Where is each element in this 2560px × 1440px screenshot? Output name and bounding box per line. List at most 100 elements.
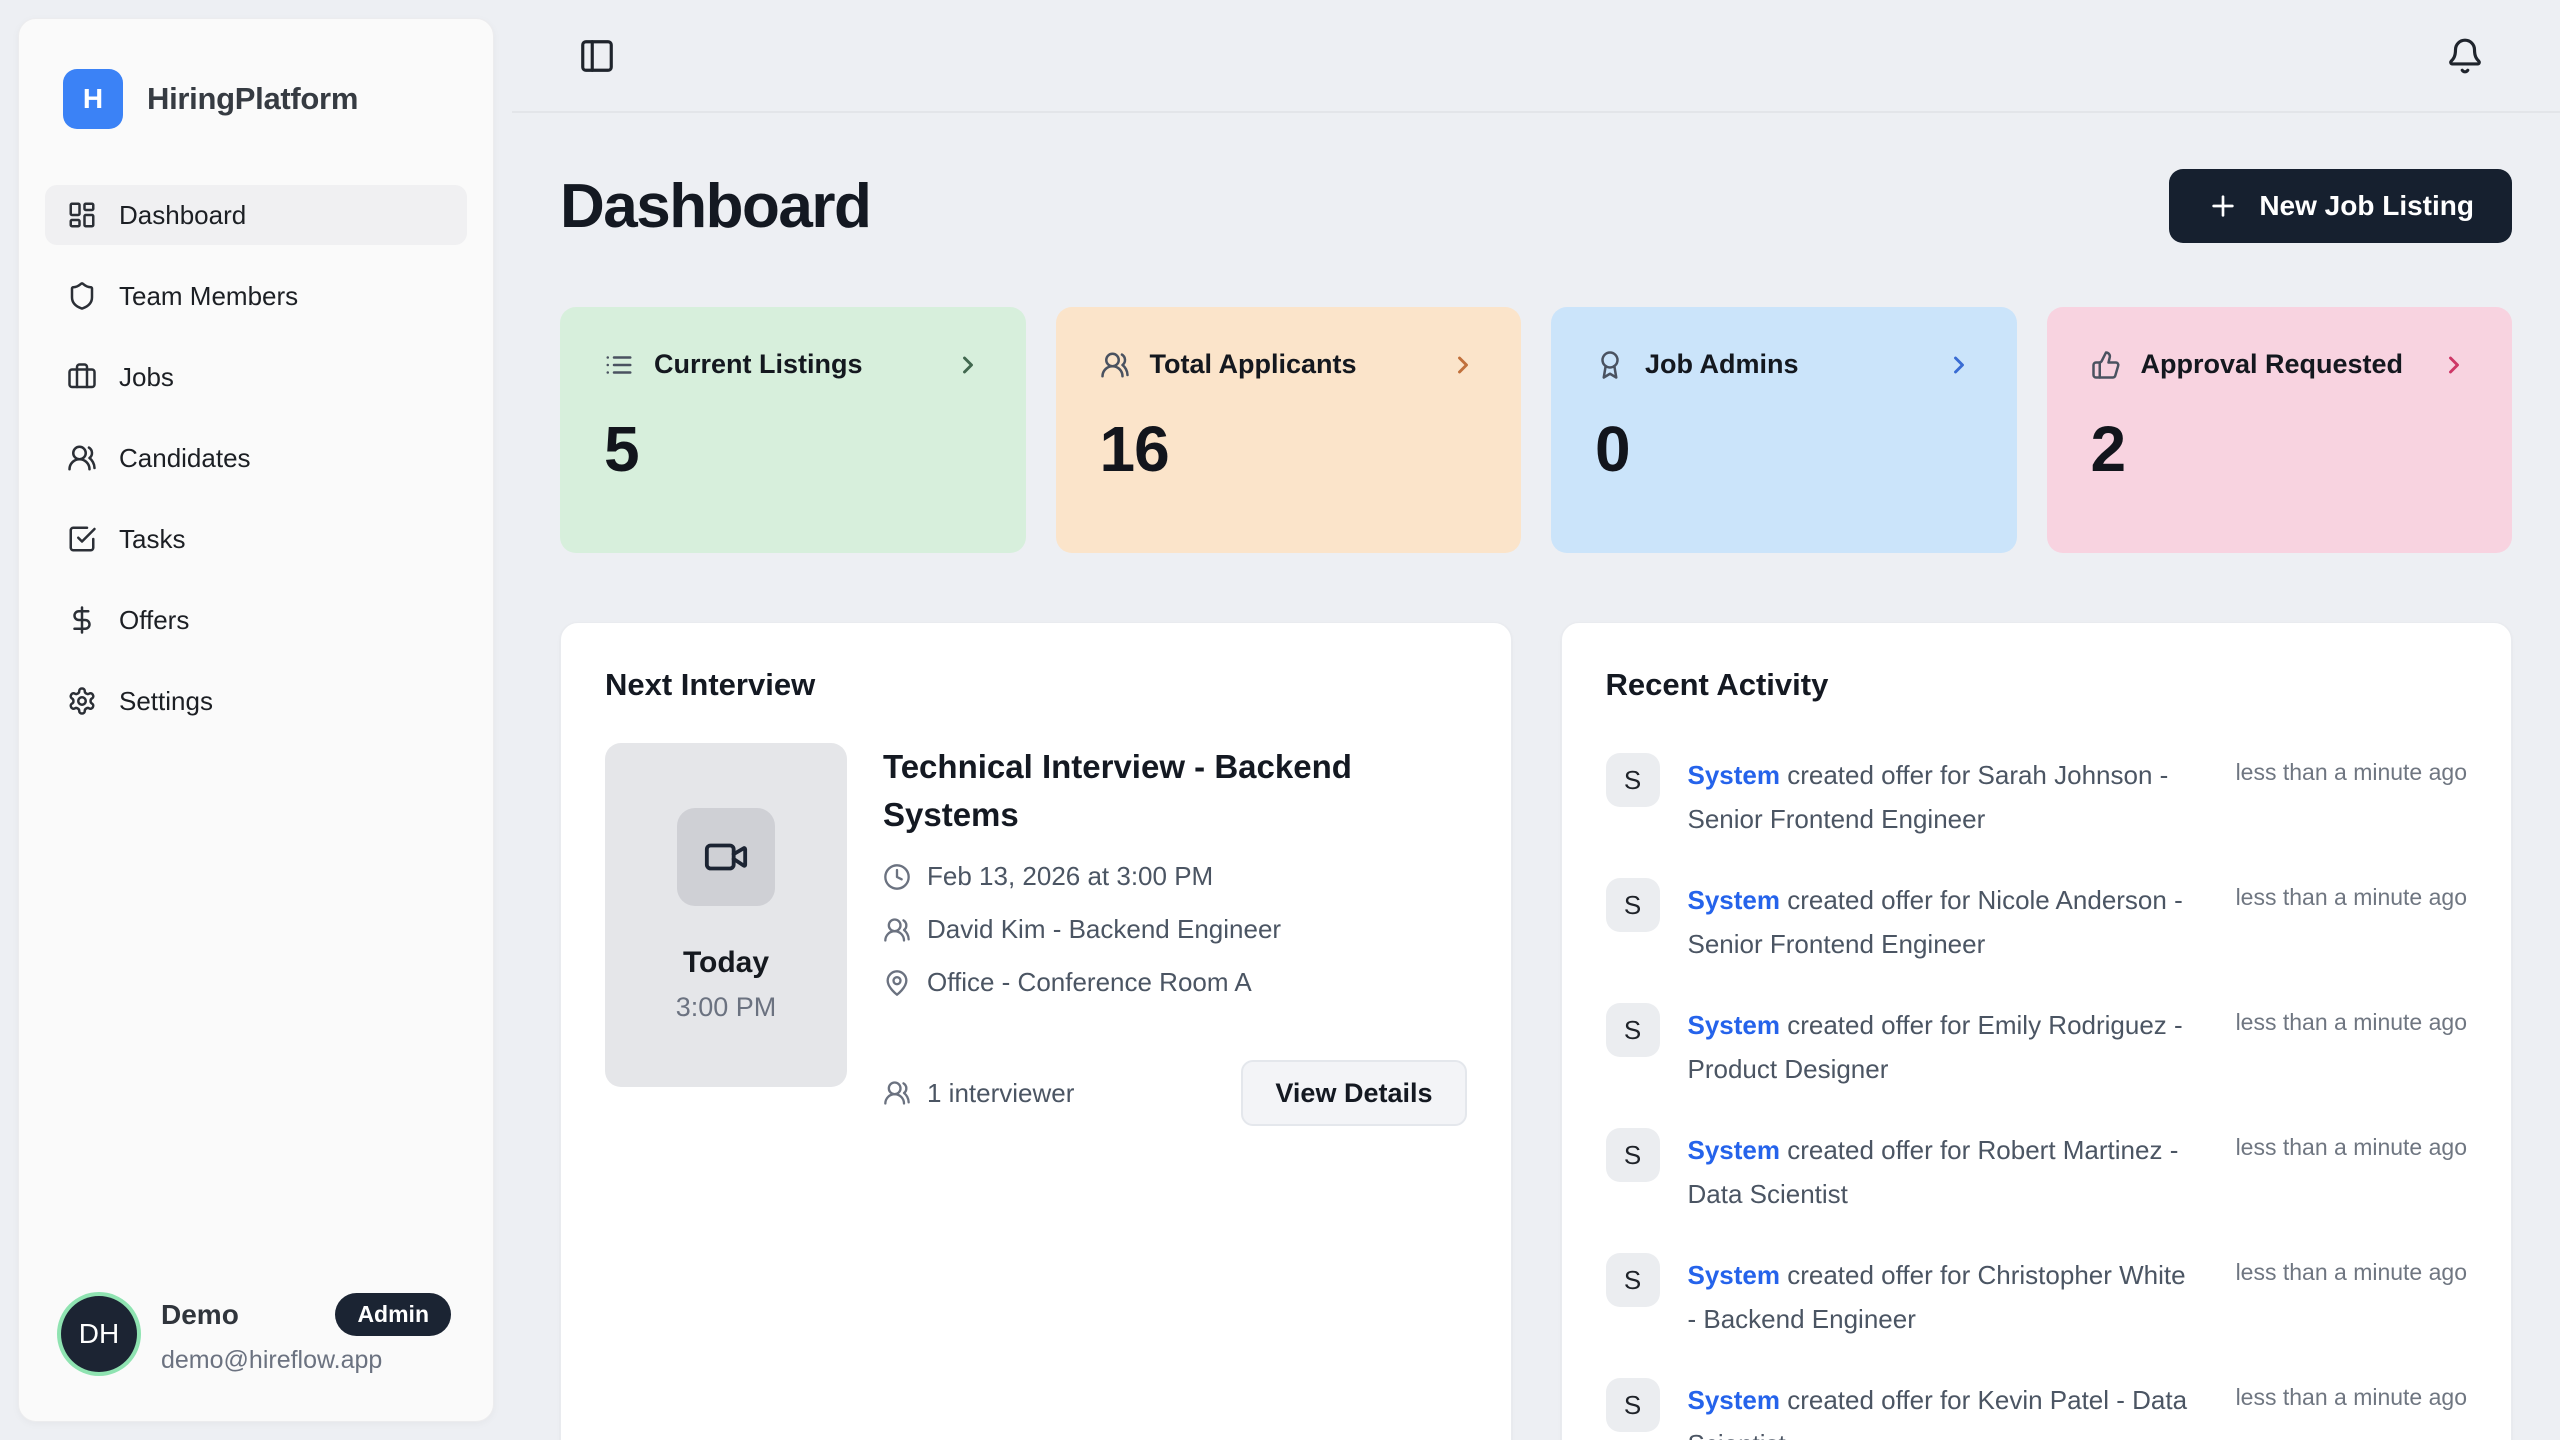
users-icon	[883, 1079, 911, 1107]
users-icon	[67, 443, 97, 473]
user-email: demo@hireflow.app	[161, 1346, 451, 1375]
activity-actor: System	[1688, 1260, 1781, 1290]
panel-left-icon	[578, 37, 616, 75]
notifications-button[interactable]	[2440, 31, 2490, 81]
chevron-right-icon	[1945, 351, 1973, 379]
activity-timestamp: less than a minute ago	[2236, 1003, 2467, 1036]
activity-avatar: S	[1606, 1253, 1660, 1307]
activity-item[interactable]: S System created offer for Nicole Anders…	[1606, 878, 2468, 966]
activity-timestamp: less than a minute ago	[2236, 878, 2467, 911]
sidebar-item-label: Candidates	[119, 443, 251, 474]
sidebar-nav: Dashboard Team Members Jobs Candidates T…	[19, 185, 493, 731]
new-job-listing-button[interactable]: New Job Listing	[2169, 169, 2512, 243]
stat-label: Total Applicants	[1150, 349, 1357, 380]
activity-list: S System created offer for Sarah Johnson…	[1606, 753, 2468, 1440]
sidebar-item-dashboard[interactable]: Dashboard	[45, 185, 467, 245]
sidebar-toggle-button[interactable]	[572, 31, 622, 81]
stat-value: 0	[1595, 412, 1973, 486]
sidebar-item-label: Settings	[119, 686, 213, 717]
stat-card-approval-requested[interactable]: Approval Requested 2	[2047, 307, 2513, 553]
activity-actor: System	[1688, 1385, 1781, 1415]
sidebar-item-offers[interactable]: Offers	[45, 590, 467, 650]
sidebar-item-settings[interactable]: Settings	[45, 671, 467, 731]
sidebar-item-label: Jobs	[119, 362, 174, 393]
award-icon	[1595, 350, 1625, 380]
activity-avatar: S	[1606, 878, 1660, 932]
avatar: DH	[61, 1296, 137, 1372]
stat-cards: Current Listings 5 Total Applicants 16 J…	[560, 307, 2512, 553]
activity-item[interactable]: S System created offer for Christopher W…	[1606, 1253, 2468, 1341]
topbar	[512, 0, 2560, 113]
stat-value: 5	[604, 412, 982, 486]
sidebar-item-label: Offers	[119, 605, 189, 636]
activity-actor: System	[1688, 1135, 1781, 1165]
sidebar: H HiringPlatform Dashboard Team Members …	[18, 18, 494, 1422]
activity-avatar: S	[1606, 1378, 1660, 1432]
video-icon-box	[677, 808, 775, 906]
sidebar-item-jobs[interactable]: Jobs	[45, 347, 467, 407]
stat-label: Approval Requested	[2141, 349, 2404, 380]
stat-label: Current Listings	[654, 349, 863, 380]
recent-activity-title: Recent Activity	[1606, 667, 2468, 703]
activity-timestamp: less than a minute ago	[2236, 1253, 2467, 1286]
app-name: HiringPlatform	[147, 81, 358, 117]
interview-day: Today	[683, 946, 769, 980]
avatar-initials: DH	[79, 1318, 119, 1350]
activity-text: System created offer for Christopher Whi…	[1688, 1253, 2193, 1341]
dashboard-icon	[67, 200, 97, 230]
activity-actor: System	[1688, 760, 1781, 790]
sidebar-item-candidates[interactable]: Candidates	[45, 428, 467, 488]
activity-avatar: S	[1606, 1128, 1660, 1182]
activity-text: System created offer for Emily Rodriguez…	[1688, 1003, 2193, 1091]
next-interview-title: Next Interview	[605, 667, 1467, 703]
app-logo-letter: H	[83, 83, 103, 115]
main-content: Dashboard New Job Listing Current Listin…	[512, 113, 2560, 1440]
sidebar-item-label: Tasks	[119, 524, 185, 555]
sidebar-item-team-members[interactable]: Team Members	[45, 266, 467, 326]
page-title: Dashboard	[560, 171, 870, 242]
app-logo-row: H HiringPlatform	[19, 19, 493, 129]
briefcase-icon	[67, 362, 97, 392]
chevron-right-icon	[954, 351, 982, 379]
thumbs-up-icon	[2091, 350, 2121, 380]
activity-item[interactable]: S System created offer for Emily Rodrigu…	[1606, 1003, 2468, 1091]
role-badge: Admin	[335, 1293, 451, 1336]
clock-icon	[883, 863, 911, 891]
stat-card-total-applicants[interactable]: Total Applicants 16	[1056, 307, 1522, 553]
view-details-button[interactable]: View Details	[1241, 1060, 1466, 1126]
activity-avatar: S	[1606, 1003, 1660, 1057]
interview-date-tile: Today 3:00 PM	[605, 743, 847, 1087]
user-profile[interactable]: DH Demo Admin demo@hireflow.app	[19, 1293, 493, 1421]
activity-text: System created offer for Robert Martinez…	[1688, 1128, 2193, 1216]
bell-icon	[2446, 37, 2484, 75]
list-icon	[604, 350, 634, 380]
activity-item[interactable]: S System created offer for Sarah Johnson…	[1606, 753, 2468, 841]
video-camera-icon	[703, 834, 749, 880]
stat-card-job-admins[interactable]: Job Admins 0	[1551, 307, 2017, 553]
activity-text: System created offer for Sarah Johnson -…	[1688, 753, 2193, 841]
activity-timestamp: less than a minute ago	[2236, 1378, 2467, 1411]
activity-item[interactable]: S System created offer for Robert Martin…	[1606, 1128, 2468, 1216]
activity-text: System created offer for Kevin Patel - D…	[1688, 1378, 2193, 1440]
chevron-right-icon	[1449, 351, 1477, 379]
sidebar-item-tasks[interactable]: Tasks	[45, 509, 467, 569]
stat-card-current-listings[interactable]: Current Listings 5	[560, 307, 1026, 553]
recent-activity-panel: Recent Activity S System created offer f…	[1561, 622, 2513, 1440]
shield-icon	[67, 281, 97, 311]
activity-timestamp: less than a minute ago	[2236, 1128, 2467, 1161]
plus-icon	[2207, 190, 2239, 222]
stat-value: 16	[1100, 412, 1478, 486]
sidebar-item-label: Team Members	[119, 281, 298, 312]
dollar-icon	[67, 605, 97, 635]
user-name: Demo	[161, 1299, 239, 1331]
interview-datetime: Feb 13, 2026 at 3:00 PM	[927, 861, 1213, 892]
user-icon	[883, 916, 911, 944]
interview-title: Technical Interview - Backend Systems	[883, 743, 1443, 839]
stat-label: Job Admins	[1645, 349, 1799, 380]
tasks-icon	[67, 524, 97, 554]
app-logo: H	[63, 69, 123, 129]
chevron-right-icon	[2440, 351, 2468, 379]
activity-item[interactable]: S System created offer for Kevin Patel -…	[1606, 1378, 2468, 1440]
interview-candidate: David Kim - Backend Engineer	[927, 914, 1281, 945]
activity-actor: System	[1688, 1010, 1781, 1040]
